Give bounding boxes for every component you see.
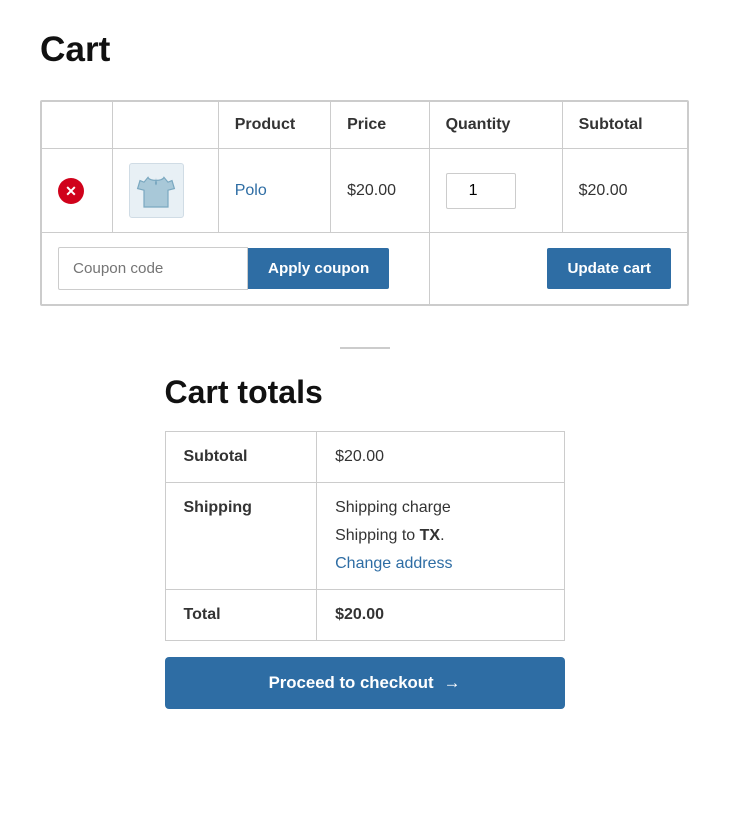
coupon-row: Apply coupon Update cart — [42, 233, 688, 305]
polo-shirt-icon — [136, 171, 176, 211]
product-image-cell — [112, 149, 218, 233]
quantity-input[interactable] — [446, 173, 516, 209]
shipping-to-prefix: Shipping to — [335, 527, 420, 544]
apply-coupon-button[interactable]: Apply coupon — [248, 248, 389, 289]
total-amount: $20.00 — [335, 606, 384, 623]
product-name-cell: Polo — [218, 149, 330, 233]
update-cart-cell: Update cart — [429, 233, 687, 305]
shipping-charge-text: Shipping charge — [335, 499, 545, 517]
change-address-link[interactable]: Change address — [335, 555, 452, 572]
totals-total-row: Total $20.00 — [165, 590, 564, 641]
cart-totals-title: Cart totals — [165, 374, 565, 411]
shipping-label: Shipping — [165, 483, 317, 590]
checkout-button-wrapper: Proceed to checkout → — [165, 657, 565, 709]
cart-table-wrapper: Product Price Quantity Subtotal ✕ — [40, 100, 689, 306]
product-subtotal-cell: $20.00 — [562, 149, 687, 233]
table-row: ✕ Polo $20.00 — [42, 149, 688, 233]
totals-table: Subtotal $20.00 Shipping Shipping charge… — [165, 431, 565, 641]
subtotal-value: $20.00 — [317, 432, 564, 483]
checkout-label: Proceed to checkout — [269, 673, 434, 693]
col-price: Price — [331, 102, 430, 149]
checkout-button[interactable]: Proceed to checkout → — [165, 657, 565, 709]
cart-totals-section: Cart totals Subtotal $20.00 Shipping Shi… — [165, 374, 565, 709]
totals-shipping-row: Shipping Shipping charge Shipping to TX.… — [165, 483, 564, 590]
page-title: Cart — [40, 30, 689, 70]
col-image — [112, 102, 218, 149]
product-price-cell: $20.00 — [331, 149, 430, 233]
col-remove — [42, 102, 113, 149]
coupon-section: Apply coupon — [58, 247, 413, 290]
product-subtotal: $20.00 — [579, 182, 628, 199]
section-divider — [40, 336, 689, 354]
checkout-arrow-icon: → — [444, 673, 461, 693]
update-cart-button[interactable]: Update cart — [547, 248, 671, 289]
col-subtotal: Subtotal — [562, 102, 687, 149]
col-product: Product — [218, 102, 330, 149]
col-quantity: Quantity — [429, 102, 562, 149]
remove-item-button[interactable]: ✕ — [58, 178, 84, 204]
total-label: Total — [165, 590, 317, 641]
coupon-cell: Apply coupon — [42, 233, 430, 305]
coupon-code-input[interactable] — [58, 247, 248, 290]
shipping-location: TX — [420, 527, 440, 544]
total-value-cell: $20.00 — [317, 590, 564, 641]
cart-table: Product Price Quantity Subtotal ✕ — [41, 101, 688, 305]
product-price: $20.00 — [347, 182, 396, 199]
subtotal-label: Subtotal — [165, 432, 317, 483]
shipping-cell: Shipping charge Shipping to TX. Change a… — [317, 483, 564, 590]
totals-subtotal-row: Subtotal $20.00 — [165, 432, 564, 483]
product-thumbnail — [129, 163, 184, 218]
product-quantity-cell — [429, 149, 562, 233]
shipping-to-text: Shipping to TX. — [335, 527, 545, 545]
remove-cell: ✕ — [42, 149, 113, 233]
shipping-to-suffix: . — [440, 527, 444, 544]
product-link[interactable]: Polo — [235, 182, 267, 199]
